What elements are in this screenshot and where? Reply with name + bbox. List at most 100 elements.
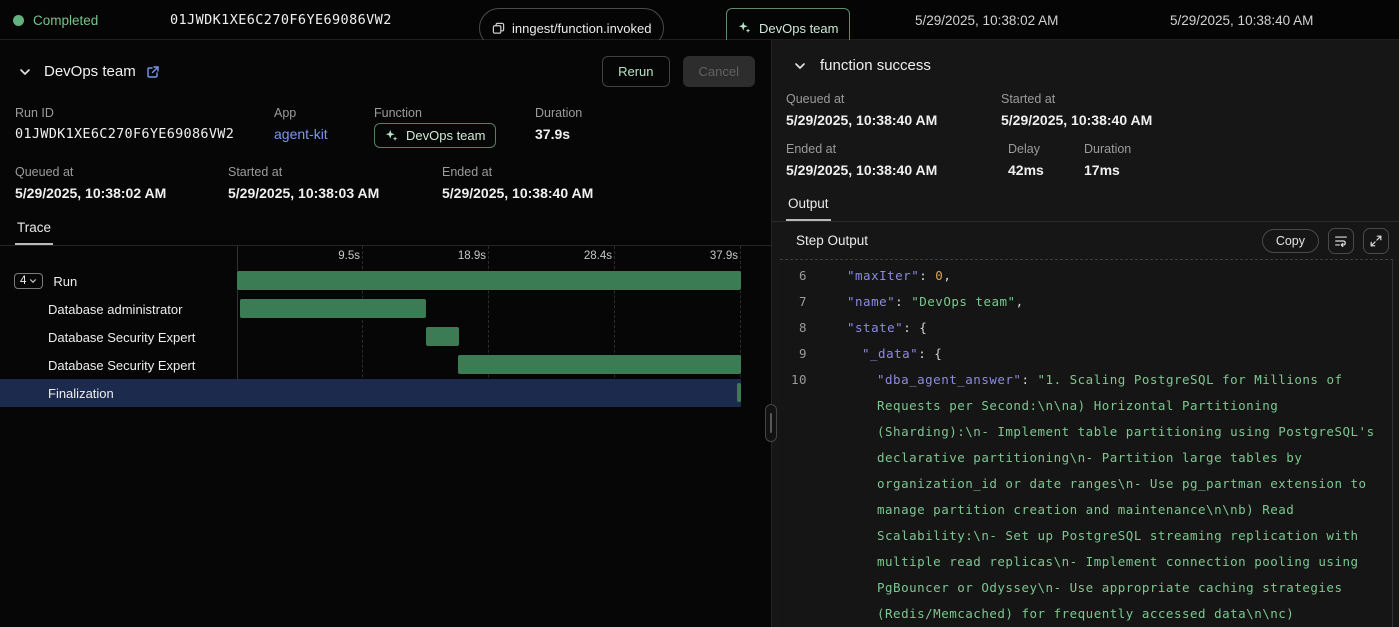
code-line-number: 7 (780, 289, 822, 315)
trace-row-label: Database Security Expert (48, 358, 195, 373)
code-token-punct: , (1016, 294, 1024, 309)
topbar-function-badge-label: DevOps team (759, 21, 838, 36)
field-step-ended-at: Ended at 5/29/2025, 10:38:40 AM (786, 142, 1008, 178)
code-token-punct: : (1021, 372, 1037, 387)
code-line-number: 6 (780, 263, 822, 289)
code-token-key: "_data" (862, 346, 918, 361)
trace-row-label: Database Security Expert (48, 330, 195, 345)
trace-row[interactable]: Finalization (0, 379, 741, 407)
topbar-run-id: 01JWDK1XE6C270F6YE69086VW2 (170, 0, 392, 40)
cancel-button[interactable]: Cancel (683, 56, 755, 87)
expand-button[interactable] (1363, 228, 1389, 254)
trace-span-bar (426, 327, 459, 346)
code-token-punct: : (919, 268, 935, 283)
expander-count: 4 (20, 275, 26, 287)
run-details-panel: DevOps team Rerun Cancel Run ID 01JWDK1X… (0, 40, 772, 627)
right-tab-bar: Output (772, 192, 1399, 222)
trace-row-chart (237, 379, 741, 407)
status-label: Completed (33, 13, 98, 28)
trace-row-chart (237, 323, 741, 351)
code-line-content: "dba_agent_answer": "1. Scaling PostgreS… (822, 367, 1392, 627)
field-step-started-at: Started at 5/29/2025, 10:38:40 AM (1001, 92, 1152, 128)
field-started-at: Started at 5/29/2025, 10:38:03 AM (228, 165, 442, 201)
code-line: 10"dba_agent_answer": "1. Scaling Postgr… (780, 367, 1392, 627)
run-title: DevOps team (44, 63, 136, 80)
code-token-punct: : (903, 320, 919, 335)
duration-value: 37.9s (535, 126, 582, 142)
field-ended-at: Ended at 5/29/2025, 10:38:40 AM (442, 165, 593, 201)
trace-row-label: Database administrator (48, 302, 182, 317)
field-duration: Duration 37.9s (535, 106, 582, 148)
trace-row-label: Run (53, 274, 77, 289)
axis-tick-label: 9.5s (338, 250, 363, 262)
rerun-button[interactable]: Rerun (602, 56, 669, 87)
left-tab-bar: Trace (0, 216, 771, 246)
copy-button[interactable]: Copy (1262, 229, 1319, 253)
event-badge-label: inngest/function.invoked (512, 21, 651, 36)
trace-row-chart (237, 267, 741, 295)
row-expander[interactable]: 4 (14, 273, 43, 289)
trace-row[interactable]: Database Security Expert (0, 351, 741, 379)
code-line: 6"maxIter": 0, (780, 263, 1392, 289)
timeline-axis: 9.5s 18.9s 28.4s 37.9s (237, 246, 741, 267)
chevron-down-icon (29, 277, 37, 285)
function-badge[interactable]: DevOps team (374, 123, 496, 148)
code-line-content: "_data": { (822, 341, 1392, 367)
panel-resize-handle[interactable] (765, 404, 777, 442)
code-token-punct: { (919, 320, 927, 335)
trace-span-bar (240, 299, 426, 318)
trace-row-label: Finalization (48, 386, 114, 401)
app-link[interactable]: agent-kit (274, 126, 374, 142)
trace-row-label-zone: Database Security Expert (0, 323, 237, 351)
code-token-key: "maxIter" (847, 268, 919, 283)
run-status-bar: Completed 01JWDK1XE6C270F6YE69086VW2 inn… (0, 0, 1399, 40)
timeline-rows: 4 Run Database administrator Database Secur… (0, 267, 741, 407)
step-output-code: 6"maxIter": 0,7"name": "DevOps team",8"s… (780, 259, 1393, 627)
code-token-key: "state" (847, 320, 903, 335)
step-details-panel: function success Queued at 5/29/2025, 10… (772, 40, 1399, 627)
code-token-punct: : (895, 294, 911, 309)
field-step-queued-at: Queued at 5/29/2025, 10:38:40 AM (786, 92, 1001, 128)
chevron-down-icon[interactable] (793, 59, 807, 73)
topbar-ended-time: 5/29/2025, 10:38:40 AM (1170, 0, 1313, 40)
field-step-duration: Duration 17ms (1084, 142, 1131, 178)
code-token-key: "dba_agent_answer" (877, 372, 1021, 387)
trace-row-label-zone: Database administrator (0, 295, 237, 323)
code-line-content: "name": "DevOps team", (822, 289, 1392, 315)
code-line-content: "state": { (822, 315, 1392, 341)
field-function: Function DevOps team (374, 106, 535, 148)
trace-row[interactable]: Database administrator (0, 295, 741, 323)
axis-tick-label: 18.9s (458, 250, 489, 262)
field-app: App agent-kit (274, 106, 374, 148)
trace-row-label-zone: Database Security Expert (0, 351, 237, 379)
code-line: 8"state": { (780, 315, 1392, 341)
code-token-str: "1. Scaling PostgreSQL for Millions of R… (877, 372, 1383, 627)
axis-tick-label: 28.4s (584, 250, 615, 262)
code-line-number: 10 (780, 367, 822, 627)
tab-trace[interactable]: Trace (15, 216, 53, 245)
code-token-str: "DevOps team" (911, 294, 1015, 309)
wrap-text-button[interactable] (1328, 228, 1354, 254)
trace-row-chart (237, 351, 741, 379)
trace-row-label-zone: 4 Run (0, 267, 237, 295)
code-line: 9"_data": { (780, 341, 1392, 367)
code-token-punct: { (934, 346, 942, 361)
code-line-content: "maxIter": 0, (822, 263, 1392, 289)
function-badge-label: DevOps team (406, 128, 485, 143)
code-line: 7"name": "DevOps team", (780, 289, 1392, 315)
trace-row-chart (237, 295, 741, 323)
trace-span-bar (737, 383, 741, 402)
step-output-title: Step Output (796, 233, 868, 248)
axis-tick-label: 37.9s (710, 250, 741, 262)
field-queued-at: Queued at 5/29/2025, 10:38:02 AM (15, 165, 228, 201)
trace-row[interactable]: Database Security Expert (0, 323, 741, 351)
field-run-id: Run ID 01JWDK1XE6C270F6YE69086VW2 (15, 106, 274, 148)
external-link-icon[interactable] (146, 65, 160, 79)
field-step-delay: Delay 42ms (1008, 142, 1084, 178)
step-title: function success (820, 57, 931, 74)
trace-row[interactable]: 4 Run (0, 267, 741, 295)
trace-row-label-zone: Finalization (0, 379, 237, 407)
code-line-number: 9 (780, 341, 822, 367)
tab-output[interactable]: Output (786, 192, 831, 221)
chevron-down-icon[interactable] (18, 65, 32, 79)
